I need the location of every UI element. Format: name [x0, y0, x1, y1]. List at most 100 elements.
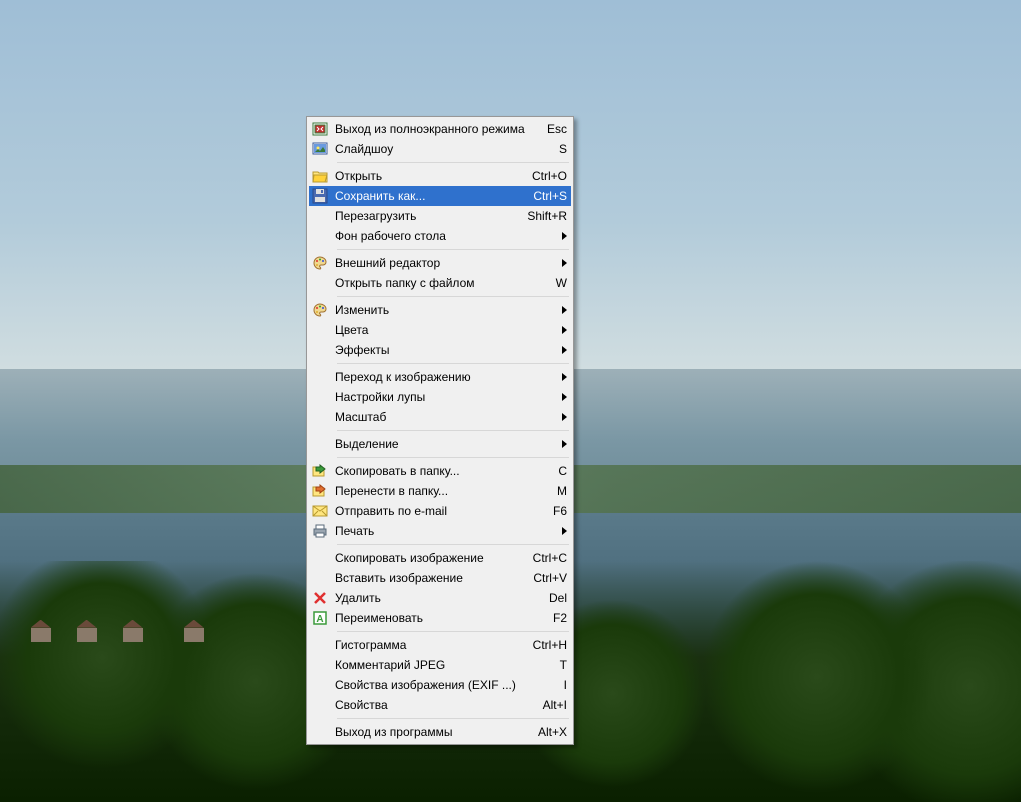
rename-icon: A	[311, 610, 329, 626]
menu-item-shortcut: I	[556, 678, 567, 692]
menu-separator	[337, 718, 569, 719]
menu-item-shortcut: C	[550, 464, 567, 478]
menu-item[interactable]: Печать	[309, 521, 571, 541]
menu-item-shortcut: F2	[545, 611, 567, 625]
submenu-arrow-icon	[562, 393, 567, 401]
submenu-arrow-icon	[562, 373, 567, 381]
palette-icon	[311, 255, 329, 271]
menu-item-label: Выход из программы	[335, 725, 530, 739]
menu-item[interactable]: Выход из полноэкранного режимаEsc	[309, 119, 571, 139]
menu-item[interactable]: ОткрытьCtrl+O	[309, 166, 571, 186]
menu-item[interactable]: Фон рабочего стола	[309, 226, 571, 246]
menu-item-label: Вставить изображение	[335, 571, 525, 585]
submenu-arrow-icon	[562, 326, 567, 334]
blank-icon	[311, 342, 329, 358]
blank-icon	[311, 570, 329, 586]
menu-item[interactable]: Выход из программыAlt+X	[309, 722, 571, 742]
menu-item-shortcut: Ctrl+O	[524, 169, 567, 183]
menu-item[interactable]: Изменить	[309, 300, 571, 320]
menu-item[interactable]: Внешний редактор	[309, 253, 571, 273]
menu-item-label: Цвета	[335, 323, 556, 337]
blank-icon	[311, 677, 329, 693]
blank-icon	[311, 208, 329, 224]
menu-item[interactable]: ПерезагрузитьShift+R	[309, 206, 571, 226]
menu-item[interactable]: Настройки лупы	[309, 387, 571, 407]
menu-item-label: Настройки лупы	[335, 390, 556, 404]
menu-item[interactable]: Комментарий JPEGT	[309, 655, 571, 675]
blank-icon	[311, 697, 329, 713]
blank-icon	[311, 275, 329, 291]
menu-item-label: Комментарий JPEG	[335, 658, 552, 672]
menu-item[interactable]: Свойства изображения (EXIF ...)I	[309, 675, 571, 695]
menu-item-label: Сохранить как...	[335, 189, 525, 203]
blank-icon	[311, 322, 329, 338]
menu-item-label: Отправить по e-mail	[335, 504, 545, 518]
context-menu[interactable]: Выход из полноэкранного режимаEscСлайдшо…	[306, 116, 574, 745]
menu-item-label: Изменить	[335, 303, 556, 317]
blank-icon	[311, 389, 329, 405]
menu-item[interactable]: Отправить по e-mailF6	[309, 501, 571, 521]
open-icon	[311, 168, 329, 184]
menu-item[interactable]: Открыть папку с файломW	[309, 273, 571, 293]
menu-item-label: Масштаб	[335, 410, 556, 424]
menu-item[interactable]: УдалитьDel	[309, 588, 571, 608]
menu-item-label: Внешний редактор	[335, 256, 556, 270]
submenu-arrow-icon	[562, 527, 567, 535]
blank-icon	[311, 657, 329, 673]
menu-item[interactable]: Выделение	[309, 434, 571, 454]
email-icon	[311, 503, 329, 519]
menu-item-label: Гистограмма	[335, 638, 525, 652]
menu-separator	[337, 363, 569, 364]
menu-item-shortcut: Alt+X	[530, 725, 567, 739]
save-icon	[311, 188, 329, 204]
menu-item-shortcut: T	[552, 658, 567, 672]
submenu-arrow-icon	[562, 413, 567, 421]
menu-separator	[337, 544, 569, 545]
menu-item-shortcut: Alt+I	[535, 698, 567, 712]
menu-item-label: Выход из полноэкранного режима	[335, 122, 539, 136]
menu-separator	[337, 249, 569, 250]
menu-item[interactable]: Скопировать изображениеCtrl+C	[309, 548, 571, 568]
menu-item[interactable]: Цвета	[309, 320, 571, 340]
submenu-arrow-icon	[562, 346, 567, 354]
submenu-arrow-icon	[562, 440, 567, 448]
menu-separator	[337, 457, 569, 458]
menu-item-label: Слайдшоу	[335, 142, 551, 156]
menu-item[interactable]: Сохранить как...Ctrl+S	[309, 186, 571, 206]
delete-icon	[311, 590, 329, 606]
menu-item-shortcut: Shift+R	[519, 209, 567, 223]
menu-item[interactable]: Переход к изображению	[309, 367, 571, 387]
menu-item-label: Открыть	[335, 169, 524, 183]
blank-icon	[311, 369, 329, 385]
menu-item-label: Перезагрузить	[335, 209, 519, 223]
menu-item-label: Открыть папку с файлом	[335, 276, 548, 290]
menu-item-label: Фон рабочего стола	[335, 229, 556, 243]
menu-item-label: Выделение	[335, 437, 556, 451]
menu-item-shortcut: Ctrl+H	[525, 638, 567, 652]
menu-item[interactable]: Эффекты	[309, 340, 571, 360]
menu-item[interactable]: A ПереименоватьF2	[309, 608, 571, 628]
menu-separator	[337, 631, 569, 632]
menu-item-label: Скопировать изображение	[335, 551, 525, 565]
submenu-arrow-icon	[562, 306, 567, 314]
menu-separator	[337, 296, 569, 297]
blank-icon	[311, 724, 329, 740]
menu-item[interactable]: Масштаб	[309, 407, 571, 427]
menu-item-shortcut: S	[551, 142, 567, 156]
menu-item[interactable]: СлайдшоуS	[309, 139, 571, 159]
blank-icon	[311, 550, 329, 566]
menu-item[interactable]: СвойстваAlt+I	[309, 695, 571, 715]
menu-item-label: Переименовать	[335, 611, 545, 625]
menu-item-shortcut: M	[549, 484, 567, 498]
menu-item-label: Свойства	[335, 698, 535, 712]
menu-item-label: Свойства изображения (EXIF ...)	[335, 678, 556, 692]
menu-item-shortcut: Esc	[539, 122, 567, 136]
menu-item[interactable]: ГистограммаCtrl+H	[309, 635, 571, 655]
menu-item-shortcut: Ctrl+S	[525, 189, 567, 203]
menu-item[interactable]: Перенести в папку...M	[309, 481, 571, 501]
palette-icon	[311, 302, 329, 318]
menu-item[interactable]: Скопировать в папку...C	[309, 461, 571, 481]
blank-icon	[311, 409, 329, 425]
menu-item[interactable]: Вставить изображениеCtrl+V	[309, 568, 571, 588]
print-icon	[311, 523, 329, 539]
